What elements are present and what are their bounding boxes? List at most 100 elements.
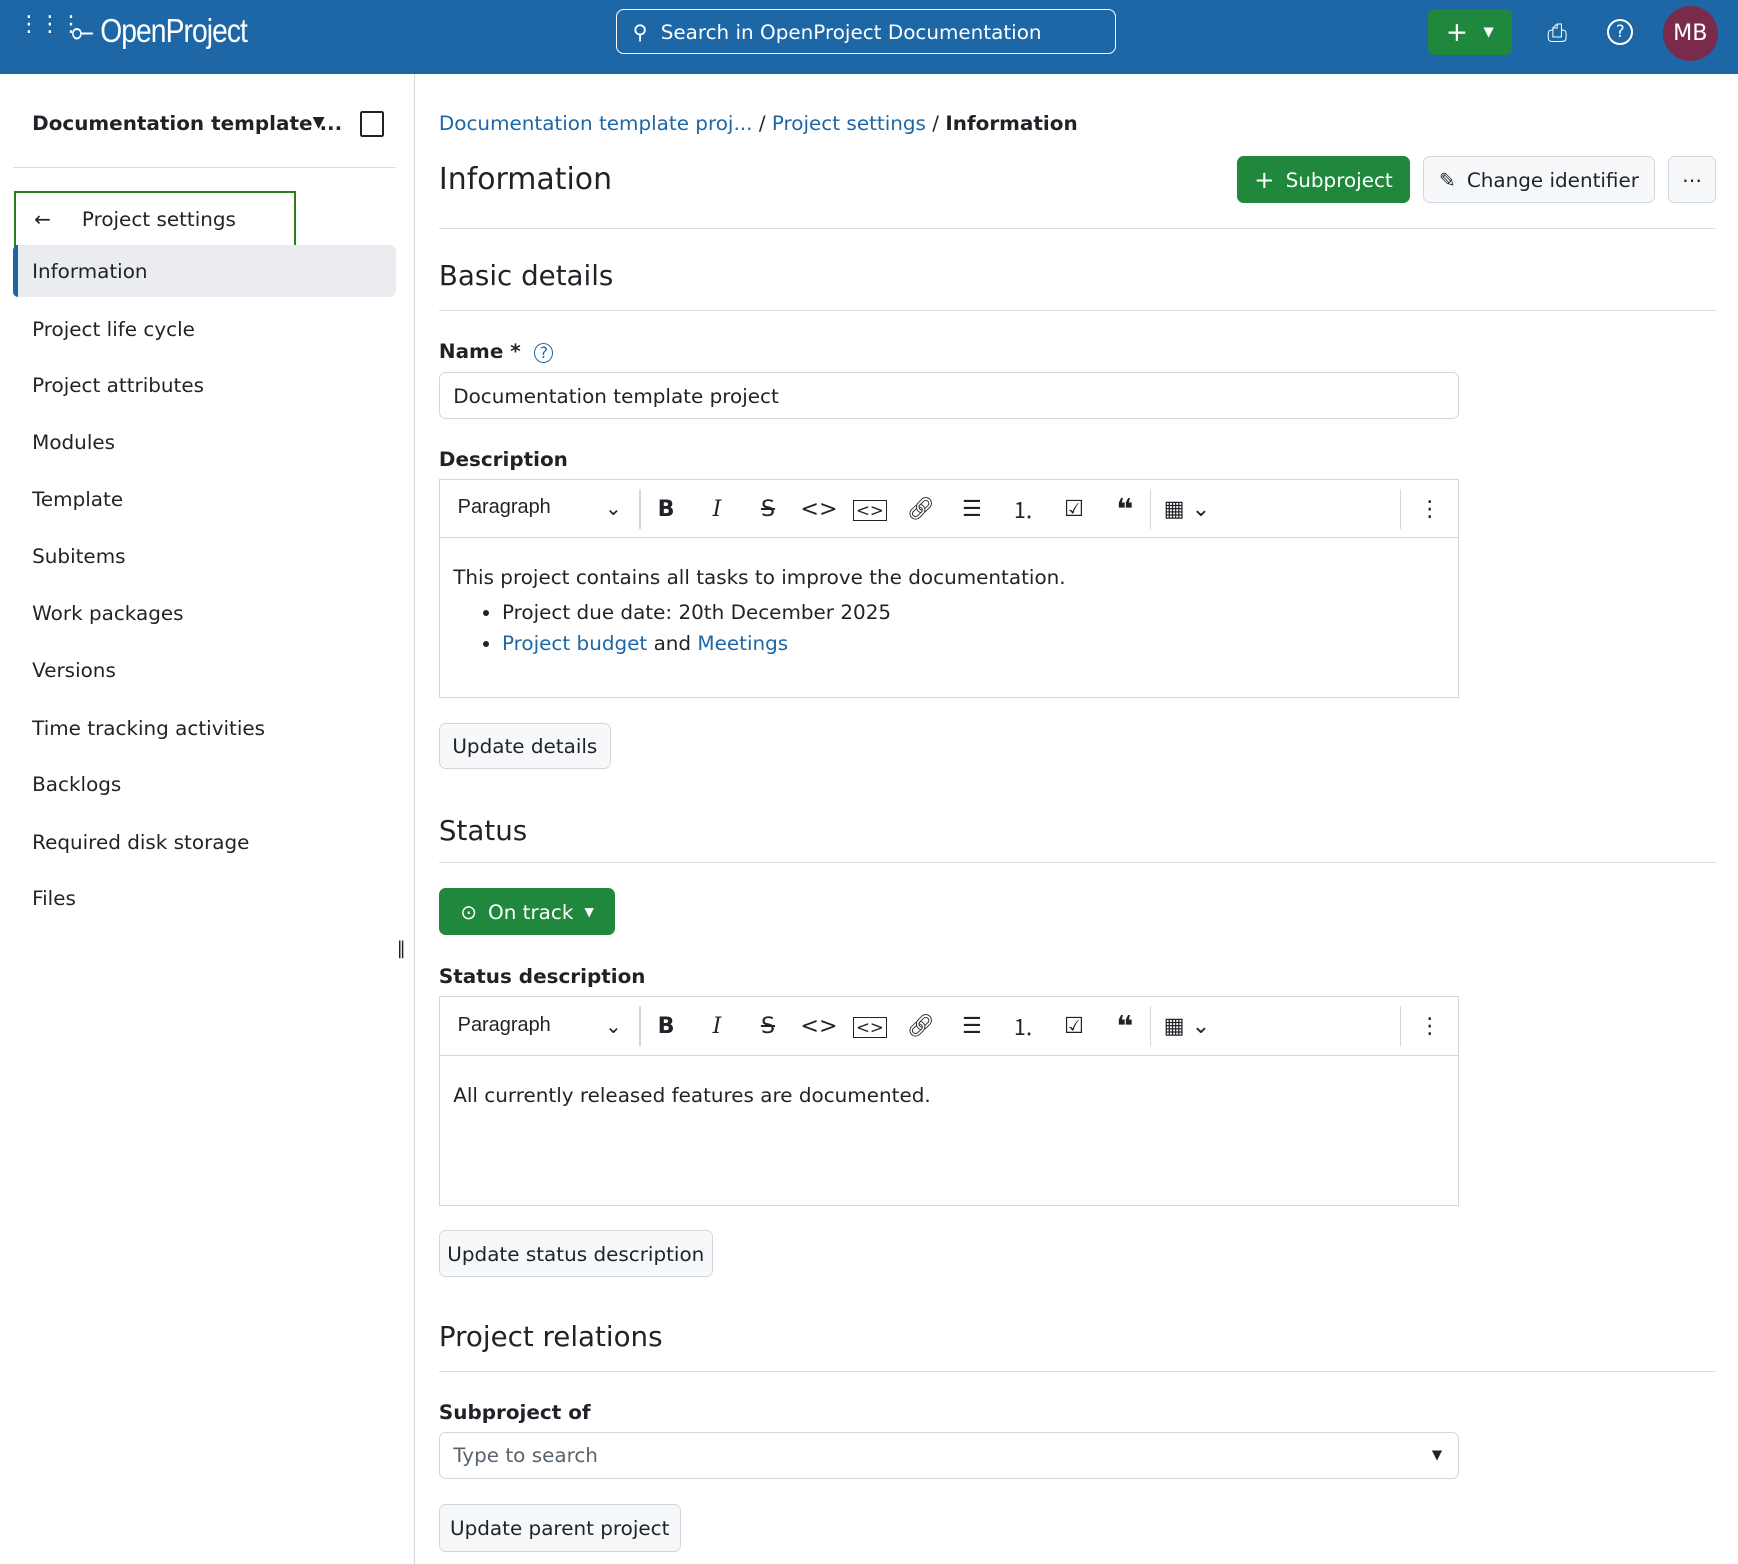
avatar[interactable]: MB [1663, 6, 1718, 61]
numbered-list-icon[interactable]: ⒈ [997, 1010, 1048, 1042]
kebab-horizontal-icon: ⋯ [1682, 168, 1702, 192]
caret-down-icon: ▼ [584, 905, 593, 919]
kebab-vertical-icon[interactable]: ⋮ [1404, 496, 1455, 522]
pencil-icon: ✎ [1439, 168, 1456, 192]
change-identifier-button[interactable]: ✎Change identifier [1423, 156, 1655, 203]
sidebar-item-project-attributes[interactable]: Project attributes [13, 359, 395, 411]
sidebar-item-information[interactable]: Information [13, 245, 395, 297]
code-block-icon[interactable]: <> [844, 496, 895, 522]
resize-handle[interactable]: ‖ [397, 939, 406, 959]
create-button[interactable]: +▼ [1428, 9, 1512, 56]
chevron-down-icon: ⌄ [605, 496, 622, 521]
quote-icon[interactable]: ❝ [1099, 492, 1150, 526]
parent-project-select[interactable]: Type to search▼ [439, 1432, 1459, 1479]
page-title: Information [439, 162, 612, 197]
sidebar-item-time-tracking-activities[interactable]: Time tracking activities [13, 702, 395, 754]
sidebar-item-files[interactable]: Files [13, 872, 395, 924]
inbox-icon[interactable]: ⎙ [1547, 18, 1567, 47]
caret-down-icon[interactable]: ▼ [313, 113, 325, 131]
divider [439, 310, 1716, 311]
breadcrumb-current: Information [945, 111, 1077, 135]
plus-icon: + [1254, 165, 1274, 194]
divider [439, 862, 1716, 863]
description-editor[interactable]: Paragraph⌄ B I S <> <> 🔗︎ ☰ ⒈ ☑ ❝ ▦ ⌄ ⋮ … [439, 479, 1459, 698]
numbered-list-icon[interactable]: ⒈ [997, 493, 1048, 525]
status-description-editor[interactable]: Paragraph⌄ B I S <> <> 🔗︎ ☰ ⒈ ☑ ❝ ▦ ⌄ ⋮ … [439, 996, 1459, 1205]
sidebar-item-subitems[interactable]: Subitems [13, 530, 395, 582]
sidebar-item-required-disk-storage[interactable]: Required disk storage [13, 816, 395, 868]
chevron-down-icon: ⌄ [605, 1014, 622, 1039]
update-status-description-button[interactable]: Update status description [439, 1230, 713, 1277]
more-actions-button[interactable]: ⋯ [1668, 156, 1716, 203]
name-label: Name * ? [439, 339, 553, 363]
logo-icon: ⟜ [71, 13, 93, 51]
bulleted-list-icon[interactable]: ☰ [946, 496, 997, 522]
help-icon[interactable]: ? [534, 343, 553, 363]
sidebar-item-template[interactable]: Template [13, 473, 395, 525]
italic-icon[interactable]: I [692, 496, 743, 522]
search-icon: ⚲ [633, 20, 648, 44]
todo-list-icon[interactable]: ☑ [1048, 1013, 1099, 1039]
divider [13, 167, 395, 168]
search-input[interactable]: ⚲Search in OpenProject Documentation [616, 9, 1116, 54]
paragraph-style-select[interactable]: Paragraph⌄ [440, 1014, 640, 1039]
divider [439, 1371, 1716, 1372]
table-icon[interactable]: ▦ ⌄ [1151, 1013, 1222, 1039]
sidebar: Documentation template ... ▼ ←Project se… [0, 74, 415, 1564]
update-details-button[interactable]: Update details [439, 723, 611, 770]
sidebar-item-project-life-cycle[interactable]: Project life cycle [13, 303, 395, 355]
kebab-vertical-icon[interactable]: ⋮ [1404, 1013, 1455, 1039]
section-heading-status: Status [439, 814, 527, 847]
toolbar-separator [1400, 1006, 1401, 1046]
logo[interactable]: ⟜OpenProject [71, 13, 247, 51]
back-to-project-settings[interactable]: ←Project settings [14, 191, 296, 248]
sidebar-item-versions[interactable]: Versions [13, 644, 395, 696]
subproject-of-label: Subproject of [439, 1400, 591, 1424]
code-icon[interactable]: <> [793, 496, 844, 522]
sidebar-item-work-packages[interactable]: Work packages [13, 587, 395, 639]
code-icon[interactable]: <> [793, 1013, 844, 1039]
editor-toolbar: Paragraph⌄ B I S <> <> 🔗︎ ☰ ⒈ ☑ ❝ ▦ ⌄ ⋮ [440, 480, 1458, 539]
help-icon[interactable]: ? [1607, 19, 1633, 45]
section-heading-basic-details: Basic details [439, 259, 613, 292]
arrow-left-icon: ← [34, 207, 51, 231]
sidebar-item-backlogs[interactable]: Backlogs [13, 758, 395, 810]
link-icon[interactable]: 🔗︎ [895, 496, 946, 522]
status-description-label: Status description [439, 964, 646, 988]
strikethrough-icon[interactable]: S [742, 496, 793, 522]
code-block-icon[interactable]: <> [844, 1013, 895, 1039]
editor-toolbar: Paragraph⌄ B I S <> <> 🔗︎ ☰ ⒈ ☑ ❝ ▦ ⌄ ⋮ [440, 997, 1458, 1056]
project-selector[interactable]: Documentation template ... [32, 111, 342, 135]
quote-icon[interactable]: ❝ [1099, 1009, 1150, 1043]
breadcrumb-project-settings[interactable]: Project settings [772, 111, 926, 135]
bold-icon[interactable]: B [641, 1013, 692, 1039]
meetings-link[interactable]: Meetings [697, 631, 788, 655]
top-header: ⋮⋮⋮ ⟜OpenProject ⚲Search in OpenProject … [0, 0, 1738, 74]
strikethrough-icon[interactable]: S [742, 1013, 793, 1039]
status-dropdown[interactable]: ⊙On track▼ [439, 888, 615, 936]
table-icon[interactable]: ▦ ⌄ [1151, 496, 1222, 522]
italic-icon[interactable]: I [692, 1013, 743, 1039]
todo-list-icon[interactable]: ☑ [1048, 496, 1099, 522]
caret-down-icon: ▼ [1484, 25, 1494, 40]
plus-icon: + [1446, 17, 1468, 48]
project-budget-link[interactable]: Project budget [502, 631, 647, 655]
bold-icon[interactable]: B [641, 496, 692, 522]
list-item: Project budget and Meetings [502, 631, 1444, 655]
update-parent-project-button[interactable]: Update parent project [439, 1504, 681, 1552]
caret-down-icon: ▼ [1432, 1448, 1442, 1463]
link-icon[interactable]: 🔗︎ [895, 1013, 946, 1039]
status-description-content[interactable]: All currently released features are docu… [440, 1056, 1458, 1120]
breadcrumb: Documentation template proj... / Project… [439, 111, 1078, 135]
collapse-sidebar-icon[interactable] [360, 111, 384, 137]
description-content[interactable]: This project contains all tasks to impro… [440, 538, 1458, 674]
sidebar-item-modules[interactable]: Modules [13, 416, 395, 468]
section-heading-project-relations: Project relations [439, 1320, 663, 1353]
status-circle-icon: ⊙ [460, 900, 477, 924]
name-input[interactable]: Documentation template project [439, 372, 1459, 419]
paragraph-style-select[interactable]: Paragraph⌄ [440, 496, 640, 521]
divider [439, 228, 1716, 229]
bulleted-list-icon[interactable]: ☰ [946, 1013, 997, 1039]
breadcrumb-project[interactable]: Documentation template proj... [439, 111, 753, 135]
add-subproject-button[interactable]: +Subproject [1237, 156, 1410, 203]
